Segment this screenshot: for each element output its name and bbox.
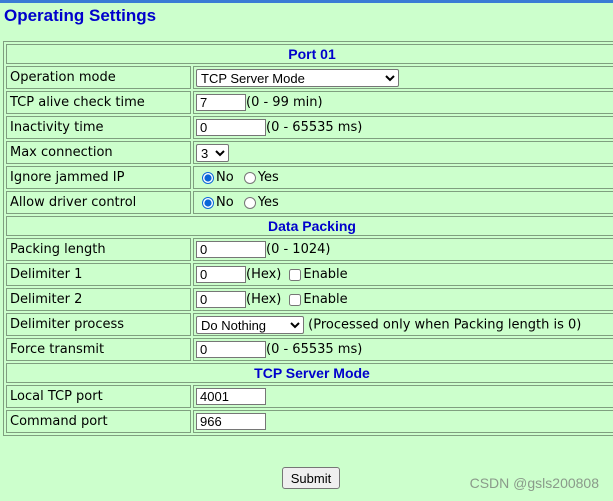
tcp-alive-check-time-label: TCP alive check time bbox=[6, 91, 191, 114]
delimiter-2-input[interactable] bbox=[196, 291, 246, 308]
allow-driver-control-no-label: No bbox=[216, 195, 234, 210]
allow-driver-control-yes-radio[interactable] bbox=[243, 196, 256, 209]
row-local-tcp-port: Local TCP port bbox=[6, 385, 613, 408]
operation-mode-label: Operation mode bbox=[6, 66, 191, 89]
delimiter-2-enable-label: Enable bbox=[303, 292, 348, 307]
row-ignore-jammed-ip: Ignore jammed IP No Yes bbox=[6, 166, 613, 189]
row-inactivity-time: Inactivity time (0 - 65535 ms) bbox=[6, 116, 613, 139]
ignore-jammed-ip-yes-label: Yes bbox=[257, 170, 279, 185]
max-connection-label: Max connection bbox=[6, 141, 191, 164]
command-port-label: Command port bbox=[6, 410, 191, 433]
row-max-connection: Max connection 3 bbox=[6, 141, 613, 164]
force-transmit-hint: (0 - 65535 ms) bbox=[266, 342, 363, 357]
page-title: Operating Settings bbox=[4, 6, 157, 25]
allow-driver-control-label: Allow driver control bbox=[6, 191, 191, 214]
row-delimiter-2: Delimiter 2 (Hex) Enable bbox=[6, 288, 613, 311]
inactivity-time-label: Inactivity time bbox=[6, 116, 191, 139]
section-port: Port 01 bbox=[6, 44, 613, 64]
inactivity-time-hint: (0 - 65535 ms) bbox=[266, 120, 363, 135]
tcp-alive-check-time-input[interactable] bbox=[196, 94, 246, 111]
delimiter-2-label: Delimiter 2 bbox=[6, 288, 191, 311]
delimiter-1-input[interactable] bbox=[196, 266, 246, 283]
inactivity-time-input[interactable] bbox=[196, 119, 266, 136]
allow-driver-control-no-radio[interactable] bbox=[202, 196, 214, 209]
packing-length-hint: (0 - 1024) bbox=[266, 242, 331, 257]
local-tcp-port-input[interactable] bbox=[196, 388, 266, 405]
delimiter-2-unit: (Hex) bbox=[246, 292, 282, 307]
max-connection-select[interactable]: 3 bbox=[196, 143, 229, 162]
delimiter-1-label: Delimiter 1 bbox=[6, 263, 191, 286]
delimiter-process-hint: (Processed only when Packing length is 0… bbox=[308, 317, 582, 332]
delimiter-1-unit: (Hex) bbox=[246, 267, 282, 282]
force-transmit-input[interactable] bbox=[196, 341, 266, 358]
command-port-input[interactable] bbox=[196, 413, 266, 430]
ignore-jammed-ip-label: Ignore jammed IP bbox=[6, 166, 191, 189]
delimiter-1-enable-checkbox[interactable] bbox=[289, 268, 302, 281]
operation-mode-select[interactable]: TCP Server Mode bbox=[196, 68, 399, 87]
submit-button[interactable]: Submit bbox=[282, 467, 340, 489]
row-force-transmit: Force transmit (0 - 65535 ms) bbox=[6, 338, 613, 361]
row-command-port: Command port bbox=[6, 410, 613, 433]
ignore-jammed-ip-no-label: No bbox=[216, 170, 234, 185]
delimiter-2-enable-checkbox[interactable] bbox=[289, 293, 302, 306]
section-data-packing: Data Packing bbox=[6, 216, 613, 236]
allow-driver-control-yes-label: Yes bbox=[257, 195, 279, 210]
row-allow-driver-control: Allow driver control No Yes bbox=[6, 191, 613, 214]
delimiter-process-label: Delimiter process bbox=[6, 313, 191, 336]
settings-table: Port 01 Operation mode TCP Server Mode T… bbox=[3, 41, 613, 436]
row-operation-mode: Operation mode TCP Server Mode bbox=[6, 66, 613, 89]
row-delimiter-process: Delimiter process Do Nothing (Processed … bbox=[6, 313, 613, 336]
ignore-jammed-ip-no-radio[interactable] bbox=[202, 171, 214, 184]
delimiter-1-enable-label: Enable bbox=[303, 267, 348, 282]
packing-length-input[interactable] bbox=[196, 241, 266, 258]
section-tcp-server-mode: TCP Server Mode bbox=[6, 363, 613, 383]
delimiter-process-select[interactable]: Do Nothing bbox=[196, 315, 304, 334]
ignore-jammed-ip-yes-radio[interactable] bbox=[243, 171, 256, 184]
watermark: CSDN @gsls200808 bbox=[469, 475, 599, 491]
row-delimiter-1: Delimiter 1 (Hex) Enable bbox=[6, 263, 613, 286]
row-packing-length: Packing length (0 - 1024) bbox=[6, 238, 613, 261]
packing-length-label: Packing length bbox=[6, 238, 191, 261]
row-tcp-alive-check-time: TCP alive check time (0 - 99 min) bbox=[6, 91, 613, 114]
tcp-alive-check-time-hint: (0 - 99 min) bbox=[246, 95, 323, 110]
local-tcp-port-label: Local TCP port bbox=[6, 385, 191, 408]
force-transmit-label: Force transmit bbox=[6, 338, 191, 361]
